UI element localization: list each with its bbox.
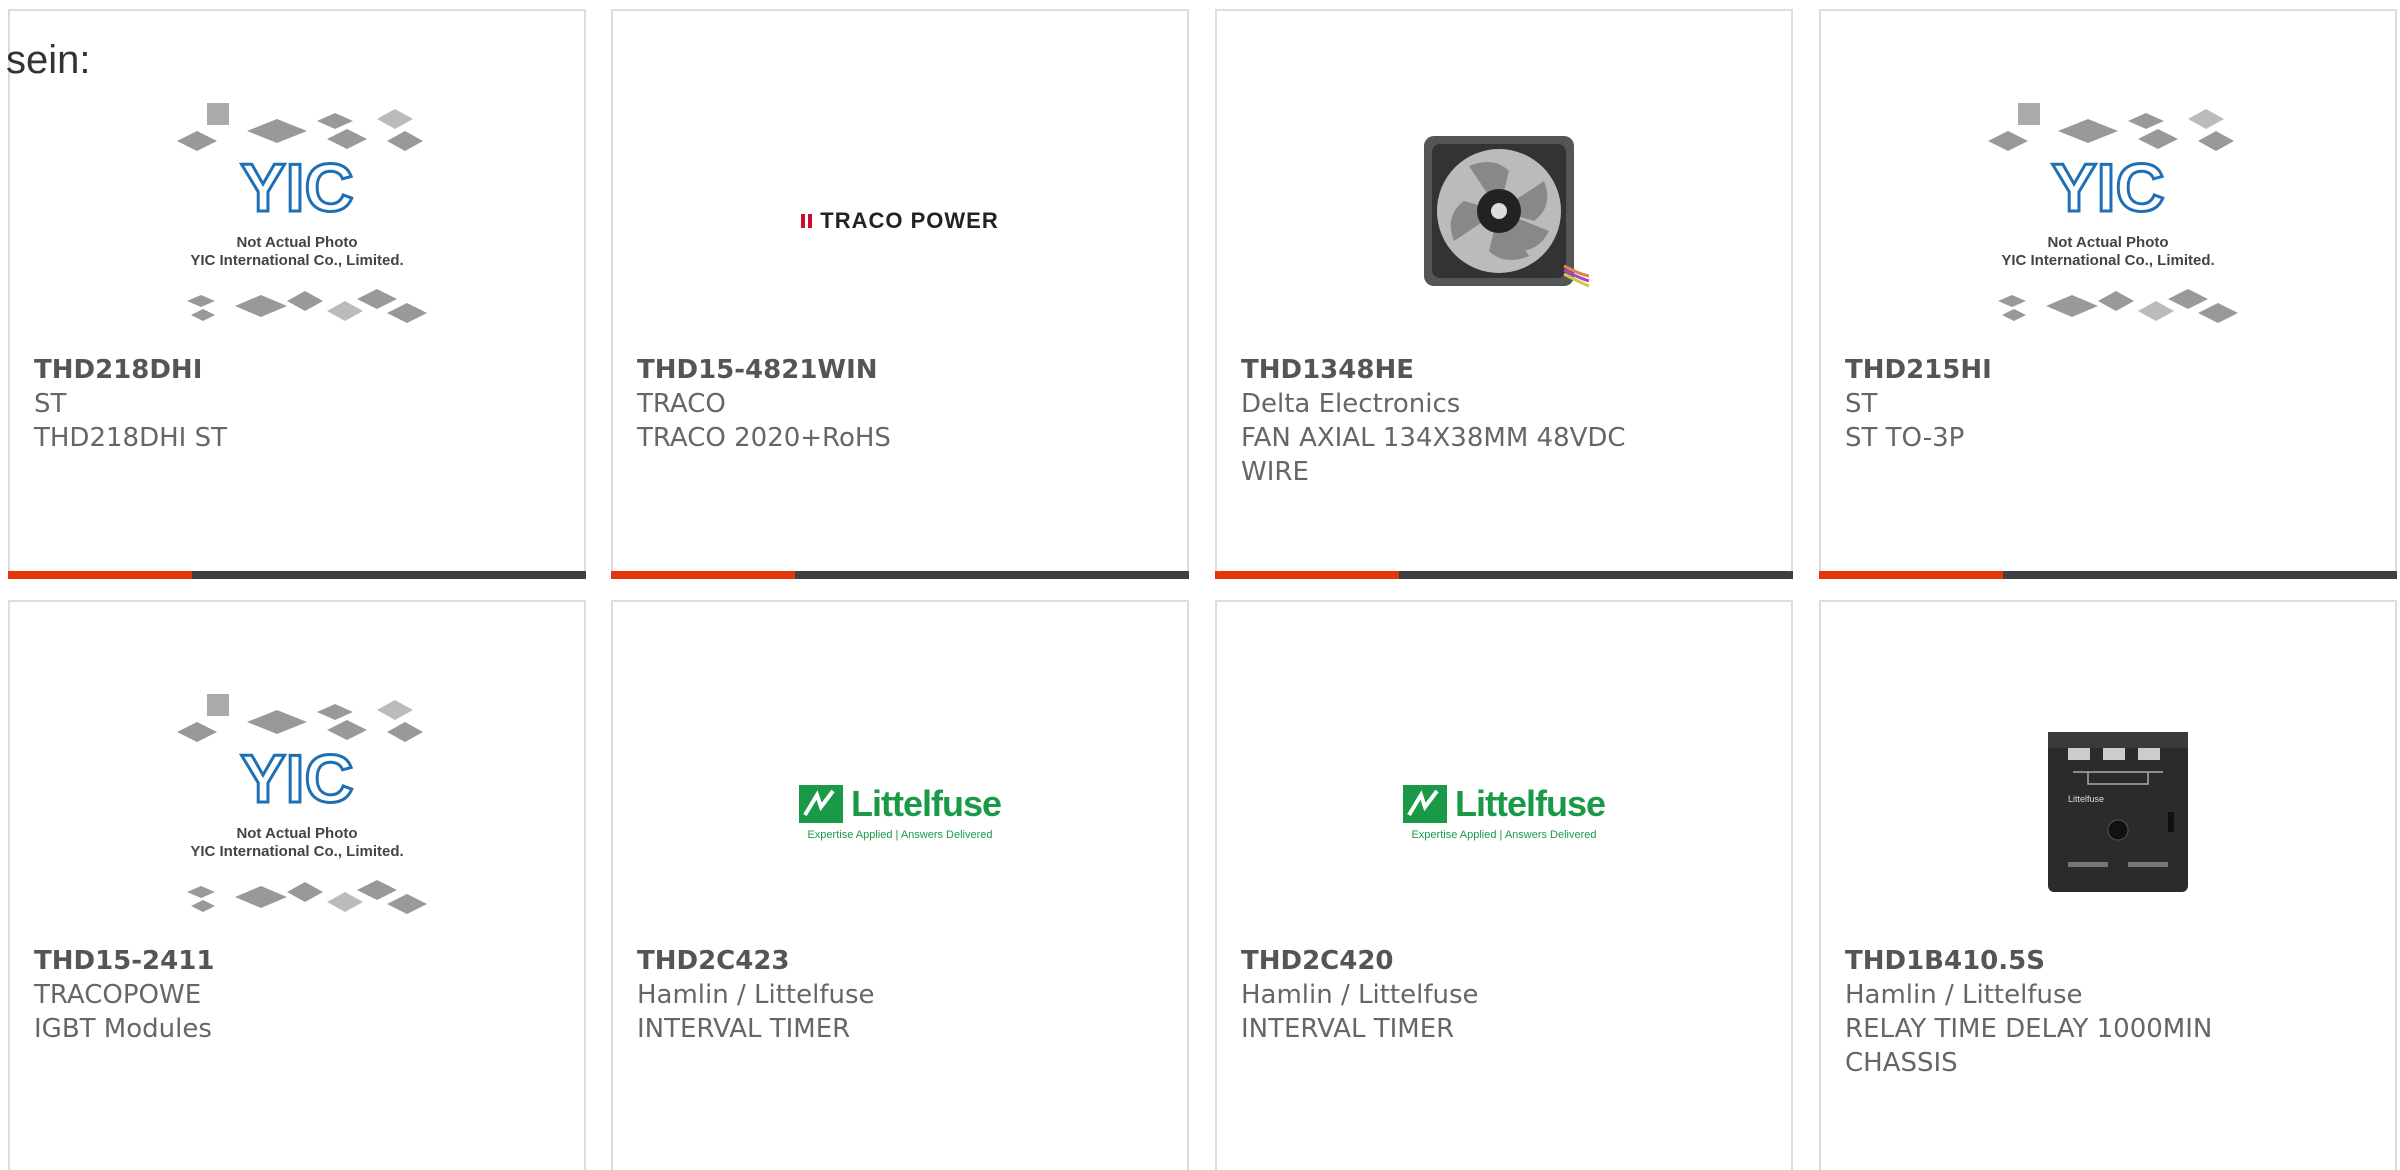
littelfuse-logo: Littelfuse Expertise Applied | Answers D… xyxy=(1402,783,1606,841)
product-card[interactable]: THD1348HE Delta Electronics FAN AXIAL 13… xyxy=(1215,9,1793,579)
product-description: FAN AXIAL 134X38MM 48VDC WIRE xyxy=(1241,423,1626,487)
part-number[interactable]: THD1348HE xyxy=(1241,353,1771,387)
brand-name: Hamlin / Littelfuse xyxy=(1241,980,1479,1010)
product-description: INTERVAL TIMER xyxy=(637,1014,851,1044)
svg-text:YIC International Co., Limited: YIC International Co., Limited. xyxy=(190,252,403,269)
product-info: THD2C420 Hamlin / Littelfuse INTERVAL TI… xyxy=(1241,944,1771,1046)
product-image[interactable]: YIC Not Actual Photo YIC International C… xyxy=(10,682,584,942)
product-image[interactable]: YIC Not Actual Photo YIC International C… xyxy=(1821,91,2395,351)
product-description: ST TO-3P xyxy=(1845,423,1965,453)
yic-placeholder-image: YIC Not Actual Photo YIC International C… xyxy=(1968,101,2248,341)
yic-placeholder-image: YIC Not Actual Photo YIC International C… xyxy=(157,101,437,341)
svg-text:YIC International Co., Limited: YIC International Co., Limited. xyxy=(2001,252,2214,269)
brand-name: Delta Electronics xyxy=(1241,389,1461,419)
product-description: TRACO 2020+RoHS xyxy=(637,423,891,453)
product-image[interactable]: TRACO POWER xyxy=(613,91,1187,351)
svg-text:YIC: YIC xyxy=(240,741,353,817)
product-description: INTERVAL TIMER xyxy=(1241,1014,1455,1044)
product-info: THD1B410.5S Hamlin / Littelfuse RELAY TI… xyxy=(1845,944,2375,1080)
brand-name: TRACO xyxy=(637,389,726,419)
product-image[interactable] xyxy=(1217,91,1791,351)
part-number[interactable]: THD2C420 xyxy=(1241,944,1771,978)
brand-name: ST xyxy=(34,389,67,419)
brand-name: ST xyxy=(1845,389,1878,419)
card-bottom-bar xyxy=(8,571,586,579)
product-description: RELAY TIME DELAY 1000MIN CHASSIS xyxy=(1845,1014,2213,1078)
product-image[interactable]: Littelfuse xyxy=(1821,682,2395,942)
brand-name: TRACOPOWE xyxy=(34,980,202,1010)
product-card[interactable]: Littelfuse Expertise Applied | Answers D… xyxy=(1215,600,1793,1170)
intro-text: sein: xyxy=(6,38,91,82)
product-card[interactable]: YIC Not Actual Photo YIC International C… xyxy=(8,600,586,1170)
product-card[interactable]: Littelfuse Expertise Applied | Answers D… xyxy=(611,600,1189,1170)
brand-name: Hamlin / Littelfuse xyxy=(1845,980,2083,1010)
part-number[interactable]: THD1B410.5S xyxy=(1845,944,2375,978)
product-info: THD1348HE Delta Electronics FAN AXIAL 13… xyxy=(1241,353,1771,489)
part-number[interactable]: THD15-4821WIN xyxy=(637,353,1167,387)
yic-placeholder-image: YIC Not Actual Photo YIC International C… xyxy=(157,692,437,932)
product-info: THD15-2411 TRACOPOWE IGBT Modules xyxy=(34,944,564,1046)
card-bottom-bar xyxy=(611,571,1189,579)
product-card[interactable]: YIC Not Actual Photo YIC International C… xyxy=(1819,9,2397,579)
part-number[interactable]: THD218DHI xyxy=(34,353,564,387)
svg-text:Not Actual Photo: Not Actual Photo xyxy=(2047,234,2168,251)
svg-text:Not Actual Photo: Not Actual Photo xyxy=(236,234,357,251)
product-image[interactable]: Littelfuse Expertise Applied | Answers D… xyxy=(1217,682,1791,942)
product-image[interactable]: YIC Not Actual Photo YIC International C… xyxy=(10,91,584,351)
product-image[interactable]: Littelfuse Expertise Applied | Answers D… xyxy=(613,682,1187,942)
part-number[interactable]: THD15-2411 xyxy=(34,944,564,978)
part-number[interactable]: THD215HI xyxy=(1845,353,2375,387)
product-card[interactable]: TRACO POWER THD15-4821WIN TRACO TRACO 20… xyxy=(611,9,1189,579)
product-card[interactable]: YIC Not Actual Photo YIC International C… xyxy=(8,9,586,579)
svg-text:YIC: YIC xyxy=(240,150,353,226)
product-description: IGBT Modules xyxy=(34,1014,212,1044)
svg-text:YIC: YIC xyxy=(2051,150,2164,226)
svg-text:YIC International Co., Limited: YIC International Co., Limited. xyxy=(190,843,403,860)
svg-text:Littelfuse: Littelfuse xyxy=(2068,794,2104,804)
relay-photo: Littelfuse xyxy=(2048,732,2188,892)
fan-photo xyxy=(1424,136,1590,288)
part-number[interactable]: THD2C423 xyxy=(637,944,1167,978)
card-bottom-bar xyxy=(1215,571,1793,579)
product-info: THD15-4821WIN TRACO TRACO 2020+RoHS xyxy=(637,353,1167,455)
product-description: THD218DHI ST xyxy=(34,423,227,453)
brand-name: Hamlin / Littelfuse xyxy=(637,980,875,1010)
product-card[interactable]: Littelfuse THD1B410.5S Hamlin / Littelfu… xyxy=(1819,600,2397,1170)
svg-text:Not Actual Photo: Not Actual Photo xyxy=(236,825,357,842)
littelfuse-logo: Littelfuse Expertise Applied | Answers D… xyxy=(798,783,1002,841)
product-info: THD2C423 Hamlin / Littelfuse INTERVAL TI… xyxy=(637,944,1167,1046)
product-info: THD215HI ST ST TO-3P xyxy=(1845,353,2375,455)
card-bottom-bar xyxy=(1819,571,2397,579)
product-info: THD218DHI ST THD218DHI ST xyxy=(34,353,564,455)
traco-power-logo: TRACO POWER xyxy=(801,208,998,234)
